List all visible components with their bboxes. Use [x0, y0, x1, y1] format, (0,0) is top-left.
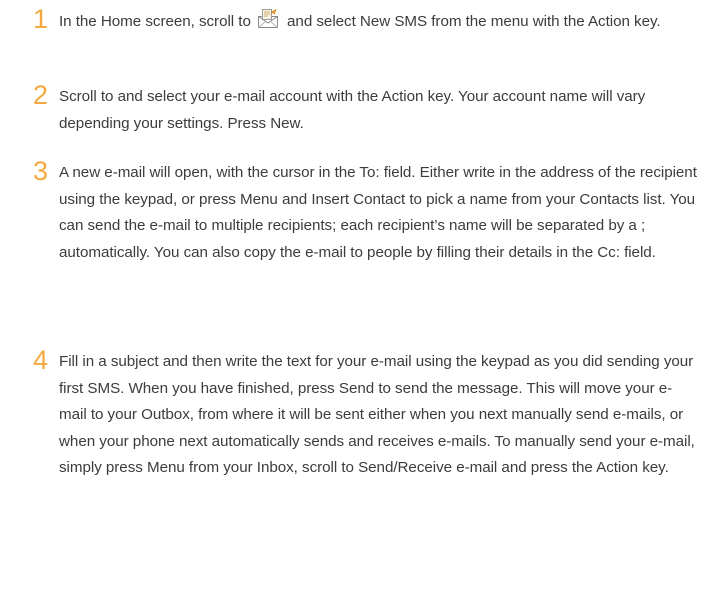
step-number: 2 [33, 80, 49, 110]
step-text: A new e-mail will open, with the cursor … [59, 164, 697, 261]
step-text: Scroll to and select your e-mail account… [59, 88, 646, 132]
step-number: 4 [33, 345, 49, 375]
step-text-before-icon: In the Home screen, scroll to [59, 13, 251, 30]
step-text: Fill in a subject and then write the tex… [59, 353, 695, 476]
step-number: 1 [33, 4, 49, 34]
step-text: In the Home screen, scroll to and select… [59, 8, 699, 36]
step-text-after-icon: and select New SMS from the menu with th… [287, 13, 661, 30]
envelope-icon [257, 8, 279, 29]
step-number: 3 [33, 156, 49, 186]
